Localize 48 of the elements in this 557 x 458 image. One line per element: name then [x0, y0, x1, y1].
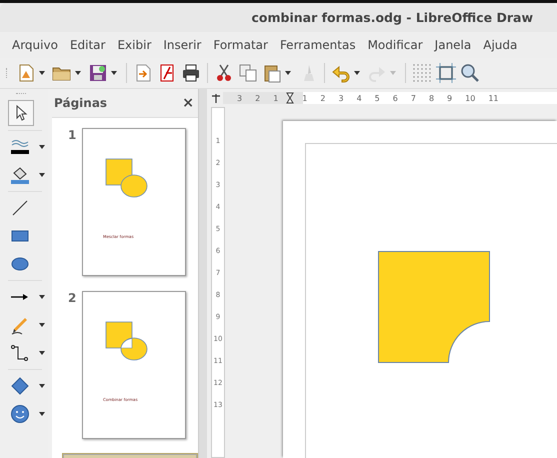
- smiley-icon[interactable]: [8, 402, 32, 426]
- scrollbar[interactable]: [198, 89, 207, 458]
- window-title: combinar formas.odg - LibreOffice Draw: [252, 10, 533, 25]
- page-number: 1: [68, 128, 77, 142]
- close-button[interactable]: ×: [182, 95, 194, 111]
- caret-icon[interactable]: [354, 71, 360, 75]
- menu-item[interactable]: Inserir: [157, 38, 208, 52]
- caret-icon[interactable]: [39, 323, 45, 327]
- menu-item[interactable]: Modificar: [362, 38, 429, 52]
- caret-icon[interactable]: [111, 71, 117, 75]
- menu-item[interactable]: Janela: [428, 38, 478, 52]
- ruler-number: 2: [255, 94, 260, 102]
- menu-item[interactable]: Ajuda: [477, 38, 524, 52]
- page-number: 2: [68, 291, 77, 305]
- menu-item[interactable]: Ferramentas: [274, 38, 362, 52]
- pointer-icon[interactable]: [8, 100, 34, 126]
- ruler-number: 1: [302, 94, 308, 102]
- caret-icon[interactable]: [39, 295, 45, 299]
- ruler-number: 4: [356, 94, 362, 102]
- caret-icon[interactable]: [39, 412, 45, 416]
- caret-icon[interactable]: [39, 351, 45, 355]
- indent-marker-icon[interactable]: [286, 92, 294, 104]
- save-icon[interactable]: [88, 63, 108, 83]
- ruler-number: 7: [410, 94, 416, 102]
- caret-icon[interactable]: [39, 145, 45, 149]
- ruler-number: 3: [338, 94, 344, 102]
- ruler-number: 5: [374, 94, 380, 102]
- caret-icon[interactable]: [285, 71, 291, 75]
- menu-item[interactable]: Formatar: [207, 38, 274, 52]
- menu-item[interactable]: Arquivo: [6, 38, 64, 52]
- ruler-number: 2: [320, 94, 326, 102]
- panel-title: Páginas: [54, 96, 108, 110]
- ruler-number: 3: [237, 94, 242, 102]
- menu-item[interactable]: Exibir: [111, 38, 158, 52]
- caret-icon[interactable]: [39, 173, 45, 177]
- ruler-number: 6: [392, 94, 398, 102]
- menu-item[interactable]: Editar: [64, 38, 112, 52]
- caret-icon[interactable]: [75, 71, 81, 75]
- tab-stop-icon[interactable]: [211, 93, 221, 103]
- ruler-number: 8: [428, 94, 434, 102]
- clipboard-icon[interactable]: [262, 63, 282, 83]
- ruler-number: 9: [447, 94, 452, 102]
- caret-icon[interactable]: [39, 384, 45, 388]
- ruler-number: 10: [465, 94, 476, 102]
- tool-button[interactable]: [8, 402, 48, 426]
- ruler-number: 1: [273, 94, 278, 102]
- ruler-number: 11: [488, 94, 498, 102]
- caret-icon[interactable]: [39, 71, 45, 75]
